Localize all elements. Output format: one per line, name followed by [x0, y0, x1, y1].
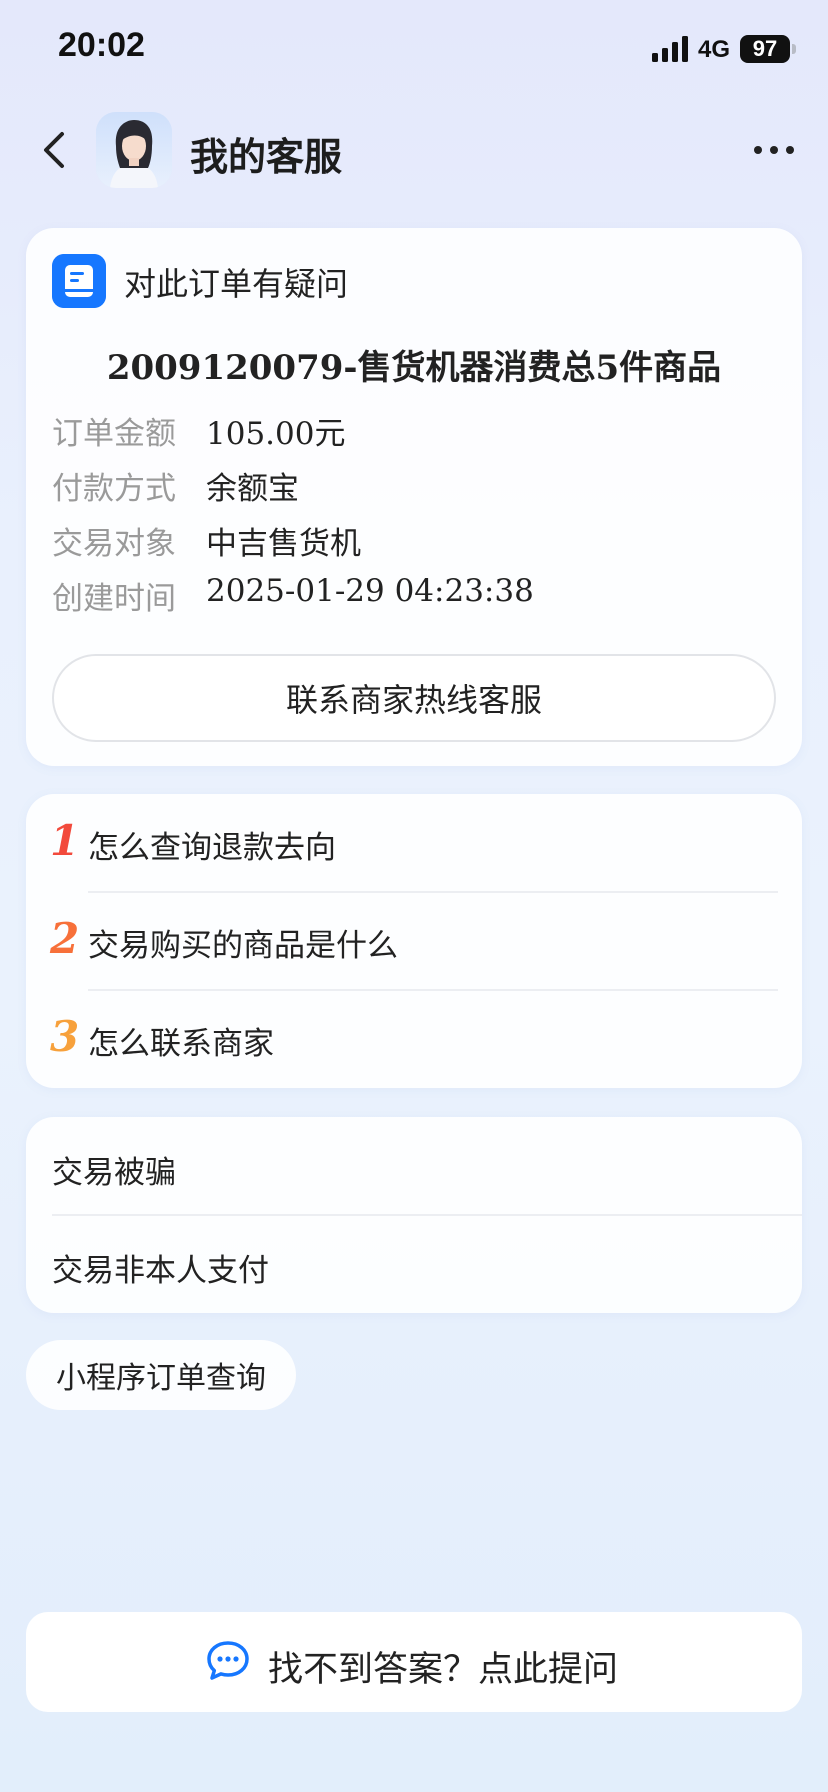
order-card: 对此订单有疑问 2009120079-售货机器消费总5件商品 订单金额 105.… [26, 228, 802, 766]
status-bar: 20:02 4G 97 [0, 0, 828, 100]
order-name: 2009120079-售货机器消费总5件商品 [106, 348, 722, 388]
topic-item-fraud[interactable]: 交易被骗 [26, 1117, 802, 1215]
detail-label: 付款方式 [52, 471, 176, 507]
detail-value: 中吉售货机 [206, 526, 361, 562]
detail-label: 创建时间 [52, 581, 176, 617]
order-document-icon [52, 254, 106, 308]
faq-item-purchased-goods[interactable]: 2 交易购买的商品是什么 [26, 892, 802, 990]
battery-indicator: 97 [740, 35, 790, 63]
battery-level: 97 [752, 36, 778, 61]
mini-program-order-query-chip[interactable]: 小程序订单查询 [26, 1340, 296, 1410]
topic-card: 交易被骗 交易非本人支付 [26, 1117, 802, 1313]
topic-text: 交易被骗 [52, 1155, 176, 1191]
detail-row-amount: 订单金额 105.00元 [52, 408, 782, 456]
detail-value: 105.00元 [206, 416, 346, 452]
detail-row-created-time: 创建时间 2025-01-29 04:23:38 [52, 573, 782, 621]
ask-question-button[interactable]: 找不到答案？点此提问 [26, 1612, 802, 1712]
network-label: 4G [698, 36, 731, 63]
page-title: 我的客服 [190, 135, 343, 179]
contact-merchant-hotline-button[interactable]: 联系商家热线客服 [52, 654, 776, 742]
topic-text: 交易非本人支付 [52, 1253, 269, 1289]
header: 我的客服 [0, 100, 828, 200]
faq-card: 1 怎么查询退款去向 2 交易购买的商品是什么 3 怎么联系商家 [26, 794, 802, 1088]
faq-item-refund-destination[interactable]: 1 怎么查询退款去向 [26, 794, 802, 892]
chat-bubble-icon [207, 1641, 249, 1680]
more-options-icon[interactable] [752, 138, 796, 162]
detail-label: 交易对象 [52, 526, 176, 562]
battery-tip [792, 44, 796, 54]
signal-icon [652, 36, 688, 62]
order-card-heading: 对此订单有疑问 [124, 265, 349, 303]
detail-label: 订单金额 [52, 416, 176, 452]
status-time: 20:02 [58, 26, 145, 64]
faq-text: 交易购买的商品是什么 [88, 928, 398, 964]
faq-number: 2 [50, 914, 80, 963]
faq-number: 1 [50, 816, 80, 865]
faq-item-contact-merchant[interactable]: 3 怎么联系商家 [26, 990, 802, 1088]
faq-text: 怎么查询退款去向 [88, 830, 336, 866]
ask-question-label: 找不到答案？点此提问 [268, 1650, 619, 1690]
detail-row-payment-method: 付款方式 余额宝 [52, 463, 782, 511]
faq-number: 3 [50, 1012, 80, 1061]
avatar [96, 112, 172, 188]
detail-row-counterparty: 交易对象 中吉售货机 [52, 518, 782, 566]
topic-item-unauthorized-payment[interactable]: 交易非本人支付 [26, 1215, 802, 1313]
detail-value: 余额宝 [206, 471, 299, 507]
detail-value: 2025-01-29 04:23:38 [206, 573, 534, 609]
assistant-avatar-icon [96, 112, 172, 188]
back-arrow-icon[interactable] [36, 128, 72, 172]
faq-text: 怎么联系商家 [88, 1026, 274, 1062]
